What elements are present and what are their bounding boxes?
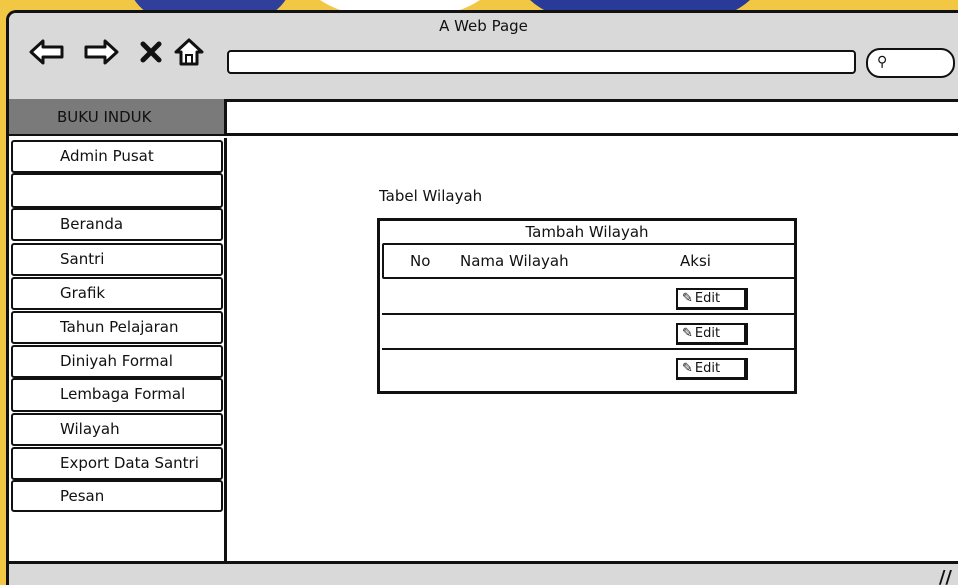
sidebar-item-label: Grafik bbox=[60, 284, 106, 302]
search-icon: ⚲ bbox=[877, 54, 888, 70]
sidebar-item-santri[interactable]: Santri bbox=[11, 243, 223, 276]
sidebar-item-blank[interactable] bbox=[11, 173, 223, 208]
address-bar[interactable] bbox=[227, 50, 856, 74]
table-header: No Nama Wilayah Aksi bbox=[382, 243, 797, 279]
sidebar-item-label: Wilayah bbox=[60, 420, 120, 438]
top-header-bar bbox=[224, 99, 958, 136]
sidebar-item-label: Lembaga Formal bbox=[60, 385, 186, 403]
browser-toolbar: A Web Page ⚲ bbox=[9, 13, 958, 102]
edit-button-label: Edit bbox=[694, 326, 721, 341]
sidebar-item-label: Santri bbox=[60, 250, 105, 268]
edit-button-label: Edit bbox=[694, 361, 721, 376]
window-title: A Web Page bbox=[439, 17, 528, 35]
app-title: BUKU INDUK bbox=[9, 99, 224, 136]
add-wilayah-link[interactable]: Tambah Wilayah bbox=[380, 223, 794, 241]
column-header-nama-wilayah: Nama Wilayah bbox=[460, 252, 569, 270]
column-header-no: No bbox=[410, 252, 431, 270]
forward-arrow-icon[interactable] bbox=[81, 35, 121, 69]
table-row: ✎ Edit bbox=[382, 351, 794, 385]
sidebar-item-admin-pusat[interactable]: Admin Pusat bbox=[11, 140, 223, 173]
pencil-icon: ✎ bbox=[682, 361, 693, 376]
sidebar-item-beranda[interactable]: Beranda bbox=[11, 208, 223, 241]
column-header-aksi: Aksi bbox=[680, 252, 711, 270]
sidebar-item-wilayah[interactable]: Wilayah bbox=[11, 413, 223, 446]
home-icon[interactable] bbox=[169, 35, 209, 69]
sidebar-item-diniyah-formal[interactable]: Diniyah Formal bbox=[11, 345, 223, 378]
sidebar-item-label: Pesan bbox=[60, 487, 105, 505]
sidebar: Admin Pusat Beranda Santri Grafik Tahun … bbox=[9, 138, 227, 563]
close-x-icon[interactable] bbox=[131, 35, 171, 69]
browser-window: A Web Page ⚲ BUKU INDUK Admin Pusat Bera… bbox=[6, 10, 958, 585]
sidebar-item-grafik[interactable]: Grafik bbox=[11, 277, 223, 310]
resize-grip-icon[interactable]: // bbox=[939, 567, 952, 585]
edit-button[interactable]: ✎ Edit bbox=[676, 323, 748, 345]
edit-button-label: Edit bbox=[694, 291, 721, 306]
back-arrow-icon[interactable] bbox=[27, 35, 67, 69]
table-row: ✎ Edit bbox=[382, 316, 794, 350]
sidebar-item-label: Diniyah Formal bbox=[60, 352, 173, 370]
sidebar-item-export-data-santri[interactable]: Export Data Santri bbox=[11, 447, 223, 480]
status-bar: // bbox=[9, 561, 958, 585]
search-box[interactable]: ⚲ bbox=[866, 48, 955, 78]
sidebar-item-tahun-pelajaran[interactable]: Tahun Pelajaran bbox=[11, 311, 223, 344]
edit-button[interactable]: ✎ Edit bbox=[676, 288, 748, 310]
sidebar-item-label: Beranda bbox=[60, 215, 124, 233]
pencil-icon: ✎ bbox=[682, 326, 693, 341]
pencil-icon: ✎ bbox=[682, 291, 693, 306]
sidebar-item-label: Admin Pusat bbox=[60, 147, 154, 165]
sidebar-item-lembaga-formal[interactable]: Lembaga Formal bbox=[11, 378, 223, 412]
sidebar-item-label: Tahun Pelajaran bbox=[60, 318, 179, 336]
wilayah-table: Tambah Wilayah No Nama Wilayah Aksi ✎ Edi… bbox=[377, 218, 797, 394]
sidebar-item-pesan[interactable]: Pesan bbox=[11, 480, 223, 512]
page-title: Tabel Wilayah bbox=[379, 187, 483, 205]
table-row: ✎ Edit bbox=[382, 281, 794, 315]
sidebar-item-label: Export Data Santri bbox=[60, 454, 199, 472]
edit-button[interactable]: ✎ Edit bbox=[676, 358, 748, 380]
